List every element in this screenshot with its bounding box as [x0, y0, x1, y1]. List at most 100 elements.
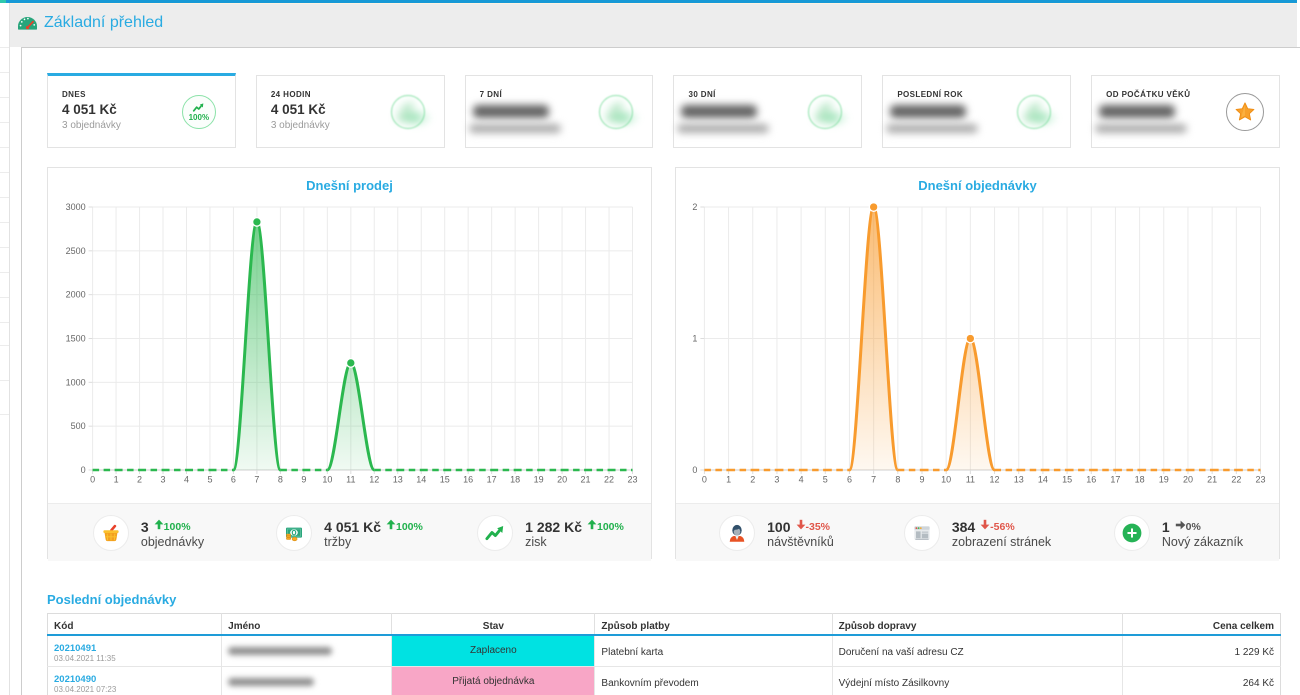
svg-text:12: 12 [990, 475, 1000, 485]
svg-text:14: 14 [416, 475, 426, 485]
sidebar-separator [0, 197, 9, 198]
svg-text:2: 2 [750, 475, 755, 485]
orders-col-header[interactable]: Jméno [222, 614, 392, 636]
svg-text:18: 18 [510, 475, 520, 485]
order-row[interactable]: 20210490 03.04.2021 07:23 Přijatá objedn… [48, 666, 1281, 695]
stat-delta: -56% [990, 519, 1015, 535]
down-arrow-icon [980, 519, 990, 535]
right-arrow-icon [1175, 519, 1186, 535]
order-payment: Bankovním převodem [595, 666, 832, 695]
svg-text:3: 3 [774, 475, 779, 485]
page-header [10, 4, 1297, 47]
collapsed-sidebar[interactable] [0, 0, 10, 695]
stat-cards-row: DNES4 051 Kč3 objednávky100% 24 HODIN4 05… [47, 73, 1280, 148]
chart-plot: 0123456789101112131415161718192021222305… [48, 200, 651, 503]
svg-text:10: 10 [941, 475, 951, 485]
star-badge [1226, 93, 1264, 131]
svg-text:1: 1 [692, 334, 697, 344]
sidebar-separator [0, 380, 9, 381]
svg-text:0: 0 [702, 475, 707, 485]
svg-text:15: 15 [440, 475, 450, 485]
orders-col-header[interactable]: Cena celkem [1122, 614, 1280, 636]
svg-text:16: 16 [463, 475, 473, 485]
stat-card-2[interactable]: 7 DNÍ100% [465, 75, 654, 148]
orders-col-header[interactable]: Způsob dopravy [832, 614, 1122, 636]
svg-text:19: 19 [1159, 475, 1169, 485]
svg-text:6: 6 [847, 475, 852, 485]
orders-col-header[interactable]: Způsob platby [595, 614, 832, 636]
plus-icon [1114, 515, 1150, 551]
stat-label: zobrazení stránek [952, 535, 1051, 550]
svg-text:21: 21 [1207, 475, 1217, 485]
stat-value: 1 [1162, 519, 1170, 535]
svg-text:1: 1 [114, 475, 119, 485]
chart-plot: 0123456789101112131415161718192021222301… [676, 200, 1279, 503]
redacted-subtext [469, 124, 561, 133]
stat-delta: 100% [597, 519, 624, 535]
sidebar-separator [0, 297, 9, 298]
chart-stat: 1 282 Kč 100% zisk [450, 504, 651, 561]
chart-box-0: Dnešní prodej 01234567891011121314151617… [47, 167, 652, 559]
order-datetime: 03.04.2021 11:35 [54, 654, 215, 664]
stat-card-4[interactable]: POSLEDNÍ ROK100% [882, 75, 1071, 148]
svg-text:0: 0 [81, 465, 86, 475]
stat-delta: 100% [396, 519, 423, 535]
chart-footer: 100 -35% návštěvníků 384 -56% zobrazení … [676, 503, 1279, 561]
charts-row: Dnešní prodej 01234567891011121314151617… [47, 167, 1280, 559]
stat-card-5[interactable]: OD POČÁTKU VĚKŮ [1091, 75, 1280, 148]
redacted-value [1099, 105, 1175, 118]
orders-table: KódJménoStavZpůsob platbyZpůsob dopravyC… [47, 613, 1281, 695]
money-icon [276, 515, 312, 551]
svg-text:19: 19 [534, 475, 544, 485]
up-arrow-icon [386, 519, 396, 535]
order-code-link[interactable]: 20210491 [54, 643, 215, 654]
svg-text:4: 4 [184, 475, 189, 485]
order-datetime: 03.04.2021 07:23 [54, 685, 215, 695]
sidebar-separator [0, 72, 9, 73]
order-total: 264 Kč [1122, 666, 1280, 695]
stat-delta: -35% [806, 519, 831, 535]
redacted-value [890, 105, 966, 118]
stat-card-0[interactable]: DNES4 051 Kč3 objednávky100% [47, 73, 236, 148]
svg-text:16: 16 [1086, 475, 1096, 485]
redacted-trend-badge: 100% [1017, 95, 1051, 129]
svg-text:3000: 3000 [66, 202, 86, 212]
redacted-customer-name [228, 678, 314, 686]
chart-box-1: Dnešní objednávky 0123456789101112131415… [675, 167, 1280, 559]
orders-col-header[interactable]: Stav [392, 614, 595, 636]
svg-text:3: 3 [161, 475, 166, 485]
svg-text:1000: 1000 [66, 377, 86, 387]
person-icon [719, 515, 755, 551]
svg-text:18: 18 [1135, 475, 1145, 485]
stat-label: zisk [525, 535, 624, 550]
stat-card-3[interactable]: 30 DNÍ100% [673, 75, 862, 148]
orders-title: Poslední objednávky [47, 592, 1280, 607]
svg-text:14: 14 [1038, 475, 1048, 485]
chart-stat: 4 051 Kč 100% tržby [249, 504, 450, 561]
chart-title: Dnešní objednávky [676, 168, 1279, 200]
stat-value: 1 282 Kč [525, 519, 582, 535]
redacted-subtext [1095, 124, 1187, 133]
redacted-trend-badge: 100% [599, 95, 633, 129]
sidebar-separator [0, 322, 9, 323]
basket-icon [93, 515, 129, 551]
order-shipping: Výdejní místo Zásilkovny [832, 666, 1122, 695]
sidebar-separator [0, 147, 9, 148]
svg-text:1: 1 [726, 475, 731, 485]
svg-text:0: 0 [692, 465, 697, 475]
svg-text:11: 11 [346, 475, 355, 485]
sidebar-separator [0, 247, 9, 248]
redacted-customer-name [228, 647, 332, 655]
svg-text:7: 7 [871, 475, 876, 485]
up-arrow-icon [587, 519, 597, 535]
order-code-link[interactable]: 20210490 [54, 674, 215, 685]
svg-text:21: 21 [581, 475, 591, 485]
order-row[interactable]: 20210491 03.04.2021 11:35 Zaplaceno Plat… [48, 635, 1281, 666]
redacted-trend-badge: 100% [391, 95, 425, 129]
svg-text:5: 5 [207, 475, 212, 485]
svg-text:22: 22 [1231, 475, 1241, 485]
sidebar-separator [0, 222, 9, 223]
stat-card-1[interactable]: 24 HODIN4 051 Kč3 objednávky100% [256, 75, 445, 148]
svg-text:8: 8 [895, 475, 900, 485]
orders-col-header[interactable]: Kód [48, 614, 222, 636]
